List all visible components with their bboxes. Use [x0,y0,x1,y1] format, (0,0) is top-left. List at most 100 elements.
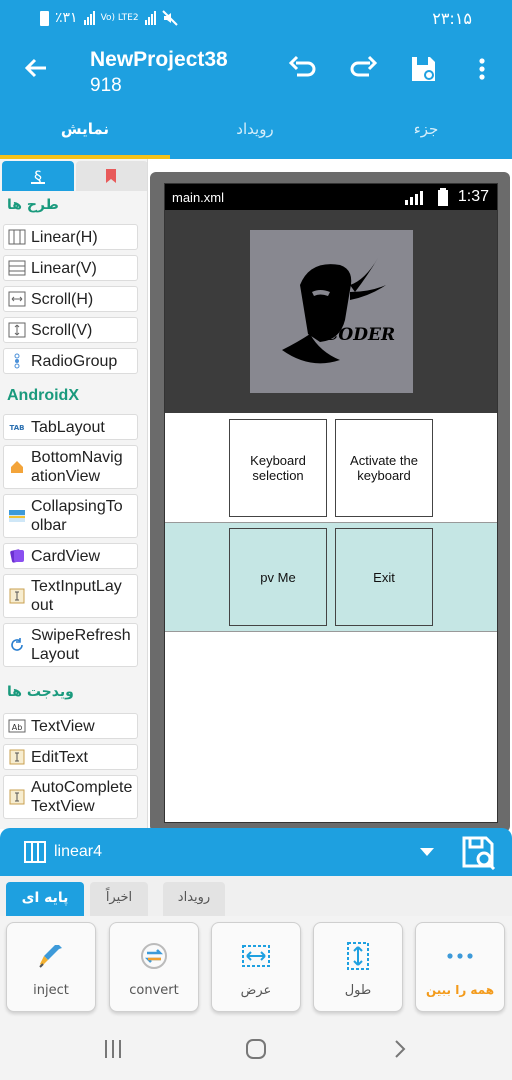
button-label: pv Me [260,569,296,585]
convert-button[interactable]: convert [109,922,199,1012]
back-arrow-icon[interactable] [22,54,50,82]
coder-logo-image[interactable]: CODER [250,230,413,393]
palette-item-label: SwipeRefresh Layout [31,627,131,663]
tab-properties-event[interactable]: رویداد [163,882,225,916]
autocomplete-icon [8,788,26,806]
palette-item-radiogroup[interactable]: RadioGroup [3,348,138,374]
scroll-v-icon [8,321,26,339]
pv-me-button[interactable]: pv Me [229,528,327,626]
system-nav-bar [0,1020,512,1080]
palette-item-label: Scroll(H) [31,290,94,308]
coder-logo-graphic: CODER [282,258,395,364]
status-left: ٪۳۱ Vo) LTE2 [40,10,178,26]
preview-time: 1:37 [457,188,489,205]
signal-2-icon [144,11,156,25]
preview-status-bar: main.xml 1:37 [165,184,497,210]
exit-button[interactable]: Exit [335,528,433,626]
edittext-icon [8,748,26,766]
palette-item-label: TabLayout [31,418,105,436]
see-all-button[interactable]: همه را ببین [415,922,505,1012]
radiogroup-icon [8,352,26,370]
undo-icon[interactable] [288,54,318,84]
preview-battery-icon [438,188,448,206]
palette-tabs: § [2,161,147,191]
svg-text:Ab: Ab [12,723,23,732]
palette-item-tablayout[interactable]: TAB TabLayout [3,414,138,440]
preview-row-1: Keyboard selection Activate the keyboard [165,413,497,523]
palette-item-label: CardView [31,547,101,565]
overflow-menu-icon[interactable] [467,54,497,84]
palette-item-label: CollapsingTo olbar [31,498,123,534]
back-nav-icon[interactable] [390,1038,410,1060]
palette-item-swiperefreshlayout[interactable]: SwipeRefresh Layout [3,623,138,667]
palette-item-textview[interactable]: Ab TextView [3,713,138,739]
mute-icon [161,10,178,26]
home-button-icon[interactable] [244,1037,268,1061]
tab-icon: TAB [8,418,26,436]
recent-apps-icon[interactable] [103,1038,123,1060]
palette-item-label: TextInputLay out [31,578,122,614]
network-type: Vo) LTE2 [100,12,139,23]
save-properties-icon[interactable] [460,834,496,870]
preview-row-2: pv Me Exit [165,523,497,632]
scroll-h-icon [8,290,26,308]
main-tabs: نمایش رویداد جزء [0,102,512,159]
palette-item-label: BottomNavig ationView [31,449,123,485]
palette-item-label: Linear(H) [31,228,98,246]
widgets-icon: § [31,167,45,186]
inject-button[interactable]: inject [6,922,96,1012]
toolbar-icon [8,507,26,525]
syringe-icon [7,941,95,971]
svg-text:CODER: CODER [325,325,395,345]
palette-tab-bookmarks[interactable] [76,161,147,191]
button-label: Exit [373,569,395,585]
clock: ۲۳:۱۵ [432,9,472,28]
width-button[interactable]: عرض [211,922,301,1012]
palette-item-label: TextView [31,717,95,735]
save-icon[interactable] [408,54,438,84]
activate-keyboard-button[interactable]: Activate the keyboard [335,419,433,517]
palette-item-textinputlayout[interactable]: TextInputLay out [3,574,138,618]
preview-filename: main.xml [172,190,225,205]
palette-item-label: Scroll(V) [31,321,93,339]
palette-item-scroll-v[interactable]: Scroll(V) [3,317,138,343]
palette-item-bottomnavigationview[interactable]: BottomNavig ationView [3,445,138,489]
palette-item-linear-h[interactable]: Linear(H) [3,224,138,250]
home-icon [8,458,26,476]
svg-text:TAB: TAB [10,424,25,432]
button-label: Keyboard selection [250,453,306,483]
textview-icon: Ab [8,717,26,735]
redo-icon[interactable] [348,54,378,84]
linear-v-icon [8,259,26,277]
tab-event[interactable]: رویداد [170,102,340,159]
linear-h-icon [8,228,26,246]
palette-item-label: EditText [31,748,88,766]
palette-tab-widgets[interactable]: § [2,161,74,191]
palette-item-autocompletetextview[interactable]: AutoComplete TextView [3,775,138,819]
tab-recent[interactable]: اخیراً [90,882,148,916]
device-preview: main.xml 1:37 CODER Keyboard selection Ac… [164,183,498,823]
palette-item-cardview[interactable]: CardView [3,543,138,569]
width-icon [212,941,300,971]
palette-item-label: Linear(V) [31,259,97,277]
project-title: NewProject38 [90,48,228,71]
tab-component[interactable]: جزء [341,102,511,159]
action-label: طول [344,983,372,998]
action-label: همه را ببین [425,983,495,997]
palette-item-scroll-h[interactable]: Scroll(H) [3,286,138,312]
tab-display[interactable]: نمایش [0,102,170,159]
palette-item-linear-v[interactable]: Linear(V) [3,255,138,281]
palette-item-collapsingtoolbar[interactable]: CollapsingTo olbar [3,494,138,538]
app-bar: NewProject38 918 [0,40,512,102]
action-label: عرض [240,983,272,998]
palette-item-edittext[interactable]: EditText [3,744,138,770]
height-button[interactable]: طول [313,922,403,1012]
more-dots-icon [416,941,504,971]
selected-widget-name: linear4 [54,843,103,860]
battery-icon [40,10,49,26]
dropdown-arrow-icon[interactable] [418,846,436,858]
palette-item-label: AutoComplete TextView [31,779,133,815]
battery-percent: ٪۳۱ [55,10,78,26]
keyboard-selection-button[interactable]: Keyboard selection [229,419,327,517]
tab-basic[interactable]: پایه ای [6,882,84,916]
